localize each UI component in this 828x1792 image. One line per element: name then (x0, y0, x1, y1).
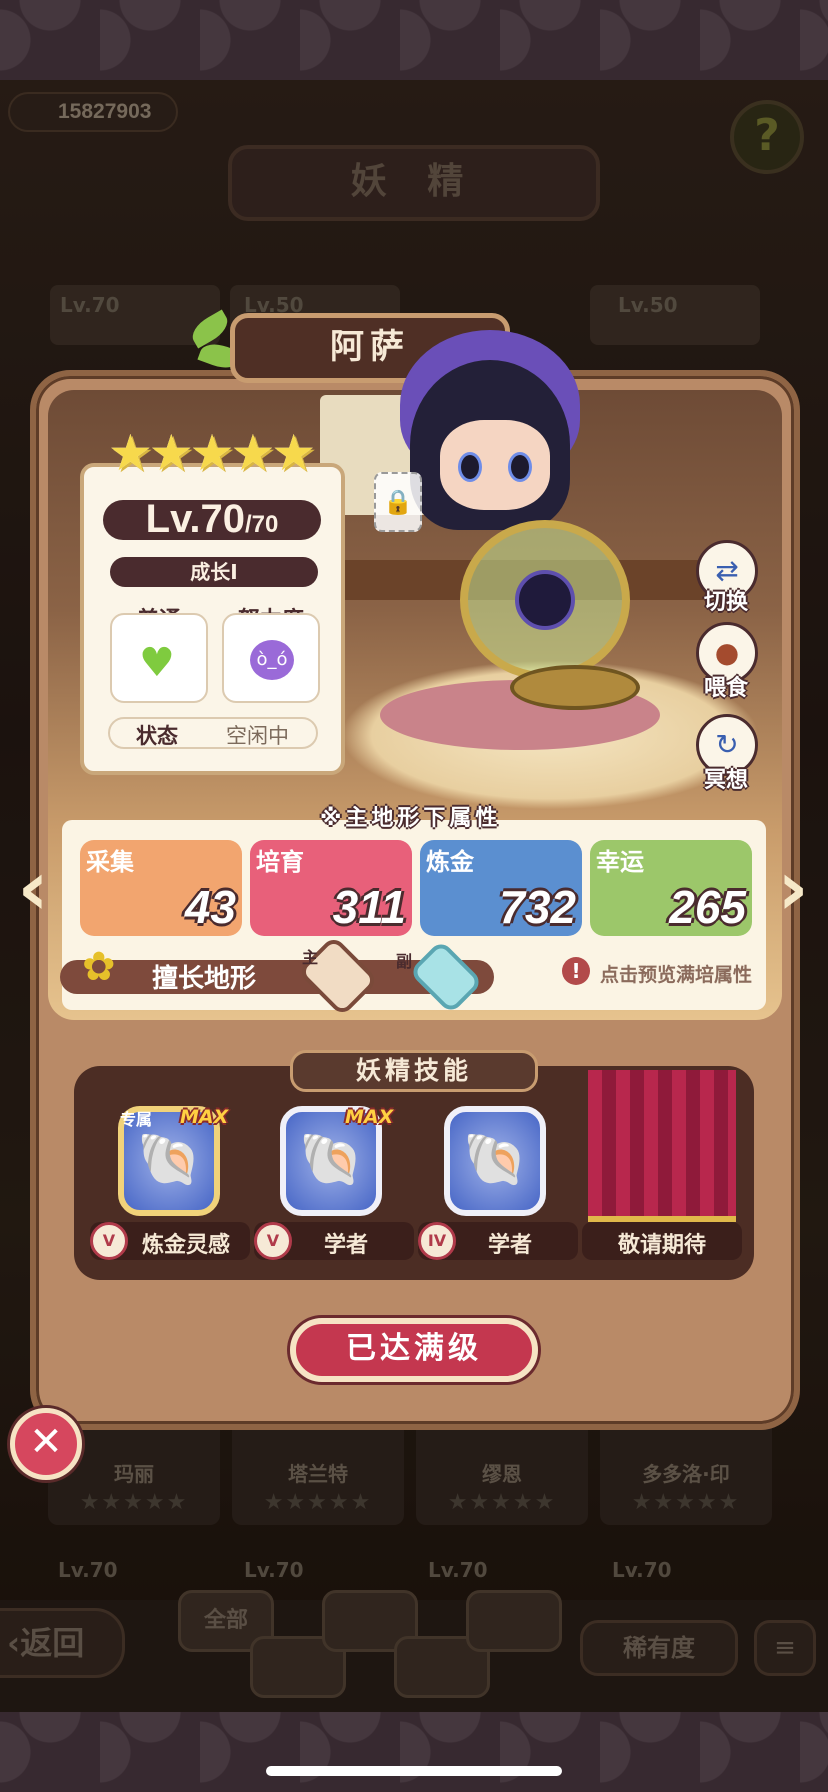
exclusive-tag: 专属 (120, 1110, 153, 1129)
crystal-orb-core (515, 570, 575, 630)
warning-icon[interactable]: ! (562, 957, 590, 985)
level-value: Lv.70 (145, 497, 245, 541)
attr-value-nurture: 311 (332, 881, 406, 933)
attr-value-gather: 43 (184, 881, 236, 933)
devil-icon: ò_ó (250, 640, 294, 680)
growth-label: 成长I (110, 557, 318, 587)
switch-label: 切换 (703, 590, 748, 615)
skill-icon-shell[interactable]: 🐚 (444, 1106, 546, 1216)
attr-value-alchemy: 732 (499, 881, 576, 933)
level-display: Lv.70/70 (103, 497, 321, 541)
crystal-orb-base (510, 665, 640, 710)
fairy-eye-right (508, 452, 532, 482)
heart-icon: ♥ (139, 640, 175, 686)
flower-icon: ✿ (82, 944, 116, 990)
feed-label: 喂食 (703, 676, 748, 701)
skill-name: 炼金灵感 (141, 1233, 230, 1258)
max-tag: MAX (180, 1106, 229, 1128)
max-tag: MAX (345, 1106, 394, 1128)
skills-title: 妖精技能 (290, 1050, 538, 1092)
shell-icon: 🐚 (462, 1130, 528, 1190)
lock-icon[interactable]: 🔒 (374, 472, 422, 532)
fairy-character-face[interactable] (440, 420, 550, 510)
attr-label-alchemy: 炼金 (426, 848, 474, 876)
rarity-stars: ★★★★★ (108, 424, 316, 482)
status-value: 空闲中 (226, 724, 289, 748)
terrain-title: ※主地形下属性 (320, 806, 502, 831)
home-indicator[interactable] (266, 1766, 562, 1776)
level-max: /70 (244, 511, 279, 538)
meditate-label: 冥想 (703, 768, 748, 793)
sub-terrain-tag: 副 (396, 952, 413, 971)
specialty-terrain-label: 擅长地形 (152, 964, 257, 994)
attr-label-nurture: 培育 (256, 848, 304, 876)
status-label: 状态 (136, 724, 178, 748)
coming-soon-label: 敬请期待 (617, 1233, 706, 1258)
prev-fairy-arrow-icon[interactable]: ‹ (8, 840, 58, 940)
attr-value-luck: 265 (669, 881, 746, 933)
skill-name: 学者 (323, 1233, 368, 1258)
fairy-eye-left (458, 452, 482, 482)
preview-full-attr-link[interactable]: 点击预览满培属性 (600, 960, 752, 987)
skill-name: 学者 (487, 1233, 532, 1258)
max-level-button[interactable]: 已达满级 (290, 1318, 538, 1382)
main-terrain-tag: 主 (302, 948, 319, 967)
locked-skill-curtain (588, 1070, 736, 1222)
close-icon[interactable]: ✕ (10, 1408, 82, 1480)
attr-label-gather: 采集 (86, 848, 134, 876)
next-fairy-arrow-icon[interactable]: › (768, 840, 818, 940)
attr-label-luck: 幸运 (596, 848, 644, 876)
